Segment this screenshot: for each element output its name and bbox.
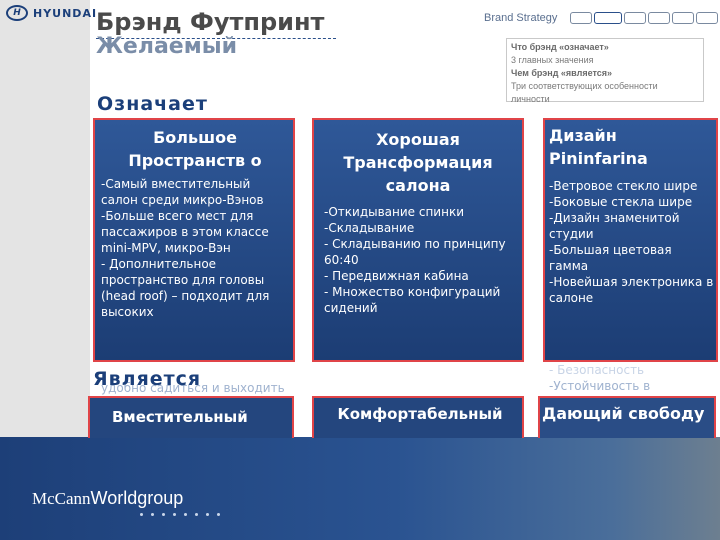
progress-step — [672, 12, 694, 24]
progress-step — [696, 12, 718, 24]
brand-dots — [140, 513, 220, 516]
legend-line-means-desc: 3 главных значения — [511, 55, 594, 65]
legend-line-means: Что брэнд «означает» — [511, 42, 609, 52]
dot — [217, 513, 220, 516]
card-body: -Откидывание спинки -Складывание - Склад… — [324, 205, 506, 315]
hyundai-emblem-icon: H — [6, 5, 28, 21]
brand-strategy-label: Brand Strategy — [484, 12, 558, 24]
legend-box: Что брэнд «означает» 3 главных значения … — [506, 38, 704, 104]
page-title: Брэнд Футпринт — [96, 8, 325, 36]
mccann-worldgroup-logo: McCannWorldgroup — [32, 488, 183, 509]
dot — [173, 513, 176, 516]
card-faded-text: - Безопасность — [549, 363, 645, 377]
dot — [140, 513, 143, 516]
dot — [206, 513, 209, 516]
hyundai-logo: H HYUNDAI — [6, 5, 97, 21]
means-card-transformation: Хорошая Трансформация салона -Откидывани… — [312, 118, 524, 362]
dot — [195, 513, 198, 516]
mccann-text: McCann — [32, 489, 91, 508]
page-subtitle: Желаемый — [96, 34, 238, 59]
strategy-progress — [570, 12, 718, 24]
dot — [184, 513, 187, 516]
hyundai-wordmark: HYUNDAI — [33, 6, 98, 20]
card-body: -Самый вместительный салон среди микро-В… — [101, 177, 270, 319]
personality-trait: Вместительный — [112, 408, 248, 426]
card-title: Дизайн Pininfarina — [549, 126, 648, 168]
is-card-freedom: Дающий свободу — [538, 396, 716, 438]
progress-step-active — [594, 12, 622, 24]
dot — [151, 513, 154, 516]
means-card-space: Большое Пространств о -Самый вместительн… — [93, 118, 295, 411]
section-means-heading: Означает — [97, 93, 208, 115]
progress-step — [570, 12, 592, 24]
section-is-heading: Является — [93, 368, 202, 390]
progress-step — [624, 12, 646, 24]
dot — [162, 513, 165, 516]
personality-trait: Дающий свободу — [542, 404, 705, 423]
is-card-comfortable: Комфортабельный — [312, 396, 524, 438]
legend-line-is-desc-2: личности — [511, 94, 550, 104]
means-card-design: Дизайн Pininfarina -Ветровое стекло шире… — [543, 118, 718, 409]
progress-step — [648, 12, 670, 24]
personality-trait: Комфортабельный — [337, 405, 503, 423]
card-body: -Ветровое стекло шире -Боковые стекла ши… — [549, 179, 714, 305]
legend-line-is: Чем брэнд «является» — [511, 68, 613, 78]
card-title: Хорошая Трансформация салона — [343, 130, 493, 195]
card-title: Большое Пространств о — [128, 128, 262, 170]
is-card-roomy: Вместительный — [88, 396, 294, 438]
legend-line-is-desc: Три соответствующих особенности — [511, 81, 658, 91]
worldgroup-text: Worldgroup — [90, 488, 184, 508]
